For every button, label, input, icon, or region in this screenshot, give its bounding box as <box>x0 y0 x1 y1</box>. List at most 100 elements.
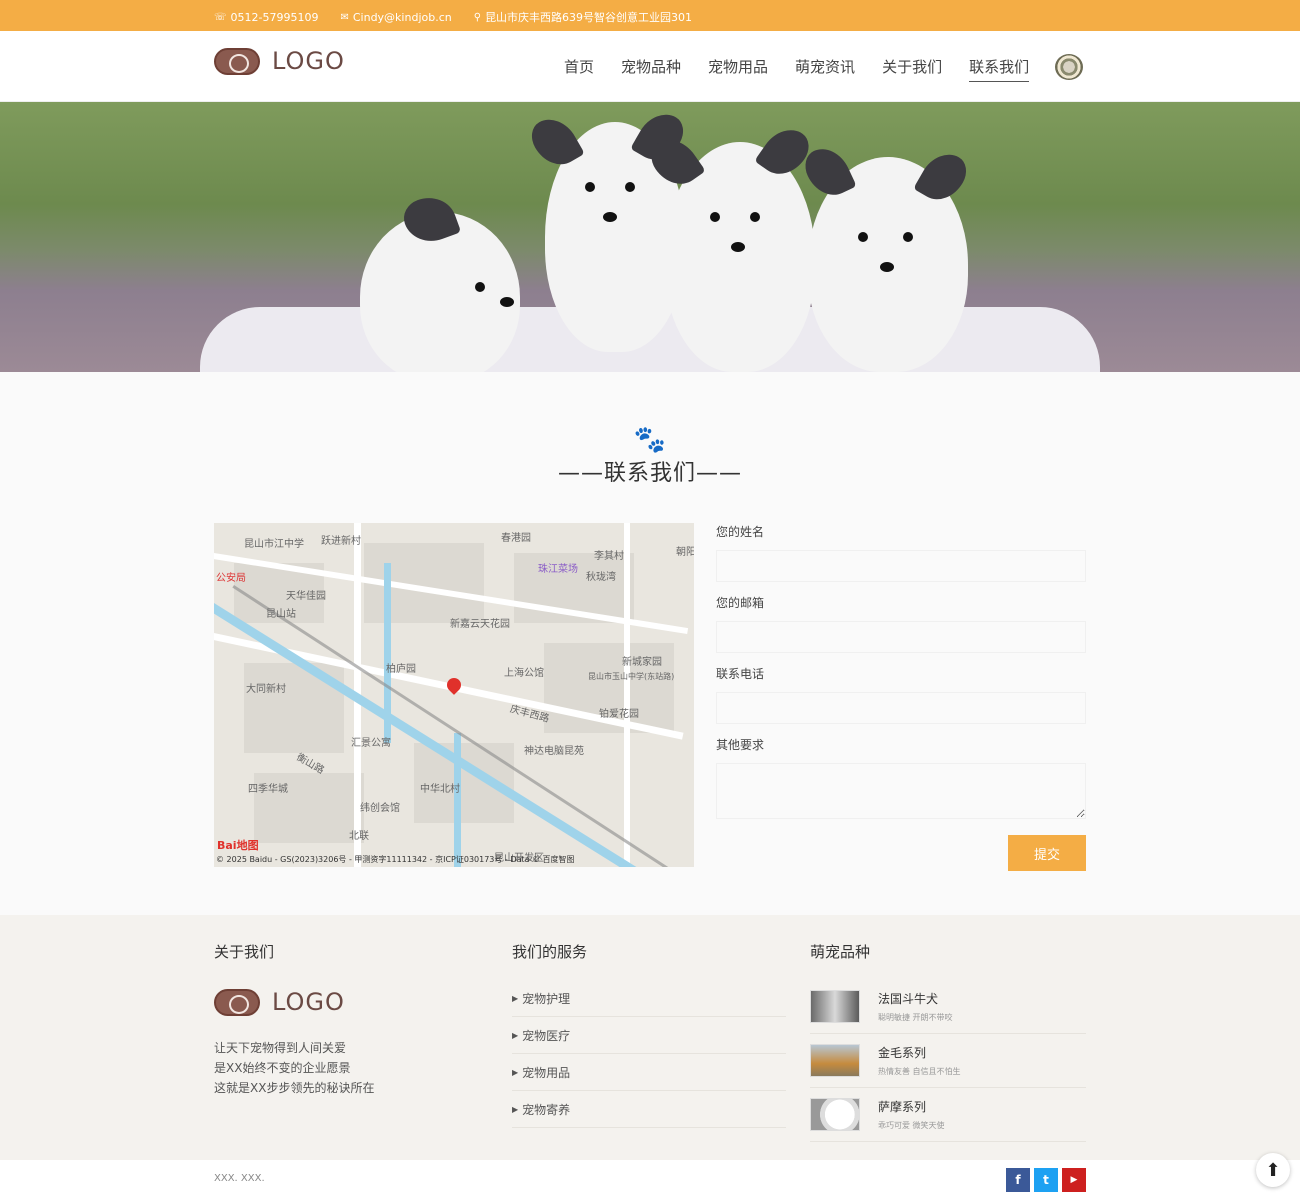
phone-info: ☏ 0512-57995109 <box>214 9 318 25</box>
mail-icon: ✉ <box>340 11 349 23</box>
location-map[interactable]: 昆山市江中学 跃进新村 春港园 李其村 朝阳 公安局 天华佳园 秋珑湾 珠江菜场… <box>214 523 694 867</box>
caret-right-icon: ▶ <box>512 1030 519 1040</box>
nav-item-about[interactable]: 关于我们 <box>882 56 942 82</box>
footer-breeds-title: 萌宠品种 <box>810 943 871 961</box>
nav-item-home[interactable]: 首页 <box>564 56 594 82</box>
map-label: 朝阳 <box>676 547 694 558</box>
requirements-textarea[interactable] <box>716 763 1086 819</box>
puppy-image <box>644 120 816 372</box>
map-label: 神达电脑昆苑 <box>524 746 584 757</box>
services-list: ▶ 宠物护理 ▶ 宠物医疗 ▶ 宠物用品 ▶ 宠物寄养 <box>512 980 786 1128</box>
breed-name: 金毛系列 <box>878 1046 927 1060</box>
about-line: 让天下宠物得到人间关爱 <box>214 1041 347 1055</box>
breed-name: 萨摩系列 <box>878 1100 927 1114</box>
map-label: 柏庐园 <box>386 664 416 675</box>
section-title: ——联系我们—— <box>557 461 742 486</box>
nav-item-supplies[interactable]: 宠物用品 <box>708 56 768 82</box>
map-label: 昆山市玉山中学(东站路) <box>588 672 675 681</box>
map-label: 新嘉云天花园 <box>450 619 510 630</box>
map-label: 公安局 <box>216 573 246 584</box>
service-item[interactable]: ▶ 宠物医疗 <box>512 1017 786 1054</box>
email-info[interactable]: ✉ Cindy@kindjob.cn <box>340 9 451 25</box>
footer-about-text: 让天下宠物得到人间关爱 是XX始终不变的企业愿景 这就是XX步步领先的秘诀所在 <box>214 1038 374 1098</box>
phone-text: 0512-57995109 <box>230 10 319 24</box>
map-label: 大同新村 <box>246 684 286 695</box>
logo-text: LOGO <box>272 988 345 1016</box>
back-to-top-button[interactable]: ⬆ <box>1256 1153 1290 1187</box>
service-item[interactable]: ▶ 宠物用品 <box>512 1054 786 1091</box>
breed-item[interactable]: 金毛系列 热情友善 自信且不怕生 <box>810 1034 1086 1088</box>
nav-item-contact[interactable]: 联系我们 <box>969 56 1030 82</box>
logo-mark-icon <box>214 47 260 75</box>
about-line: 是XX始终不变的企业愿景 <box>214 1061 351 1075</box>
hero-banner <box>0 102 1300 372</box>
about-line: 这就是XX步步领先的秘诀所在 <box>214 1081 375 1095</box>
top-info-bar: ☏ 0512-57995109 ✉ Cindy@kindjob.cn ⚲ 昆山市… <box>0 0 1300 31</box>
phone-field[interactable] <box>716 692 1086 724</box>
site-logo[interactable]: LOGO <box>214 47 345 75</box>
baidu-map-logo: Bai地图 <box>217 839 259 852</box>
map-label: 跃进新村 <box>321 536 361 547</box>
breed-thumbnail <box>810 1044 860 1077</box>
map-label: 珠江菜场 <box>538 564 578 575</box>
name-field[interactable] <box>716 550 1086 582</box>
contact-form: 您的姓名 您的邮箱 联系电话 其他要求 <box>716 523 1086 823</box>
facebook-icon[interactable]: f <box>1006 1168 1030 1192</box>
nav-item-breeds[interactable]: 宠物品种 <box>621 56 681 82</box>
map-label: 汇景公寓 <box>351 738 391 749</box>
breed-thumbnail <box>810 1098 860 1131</box>
map-copyright: © 2025 Baidu - GS(2023)3206号 - 甲测资字11111… <box>216 855 575 864</box>
breed-desc: 乖巧可爱 微笑天使 <box>878 1121 945 1130</box>
other-label: 其他要求 <box>716 738 765 752</box>
map-label: 铂爱花园 <box>599 709 639 720</box>
main-nav: 首页 宠物品种 宠物用品 萌宠资讯 关于我们 联系我们 <box>564 56 1030 82</box>
footer-logo[interactable]: LOGO <box>214 988 345 1016</box>
social-links: f t ▶ <box>1006 1168 1086 1192</box>
breeds-list: 法国斗牛犬 聪明敏捷 开朗不带咬 金毛系列 热情友善 自信且不怕生 萨摩系列 乖… <box>810 980 1086 1142</box>
map-label: 上海公馆 <box>504 668 544 679</box>
copyright-text: XXX. XXX. <box>214 1173 265 1184</box>
wreath-decoration-icon <box>1055 54 1083 80</box>
service-label: 宠物寄养 <box>522 1102 571 1117</box>
email-text: Cindy@kindjob.cn <box>352 10 452 24</box>
breed-name: 法国斗牛犬 <box>878 992 939 1006</box>
map-label: 昆山市江中学 <box>244 539 304 550</box>
address-text: 昆山市庆丰西路639号智谷创意工业园301 <box>485 11 693 24</box>
service-item[interactable]: ▶ 宠物寄养 <box>512 1091 786 1128</box>
puppy-image <box>799 140 973 372</box>
contact-section-header: 🐾 ——联系我们—— <box>0 425 1300 487</box>
service-label: 宠物医疗 <box>522 1028 571 1043</box>
email-field[interactable] <box>716 621 1086 653</box>
service-label: 宠物护理 <box>522 991 571 1006</box>
map-label: 新城家园 <box>622 657 662 668</box>
service-label: 宠物用品 <box>522 1065 571 1080</box>
logo-text: LOGO <box>272 47 345 75</box>
map-label: 秋珑湾 <box>586 572 616 583</box>
arrow-up-icon: ⬆ <box>1265 1159 1281 1181</box>
name-label: 您的姓名 <box>716 525 765 539</box>
caret-right-icon: ▶ <box>512 1104 519 1114</box>
submit-button[interactable]: 提交 <box>1008 835 1086 871</box>
youtube-icon[interactable]: ▶ <box>1062 1168 1086 1192</box>
footer-services-title: 我们的服务 <box>512 943 588 961</box>
service-item[interactable]: ▶ 宠物护理 <box>512 980 786 1017</box>
caret-right-icon: ▶ <box>512 993 519 1003</box>
footer-about-title: 关于我们 <box>214 943 275 961</box>
caret-right-icon: ▶ <box>512 1067 519 1077</box>
site-header: LOGO 首页 宠物品种 宠物用品 萌宠资讯 关于我们 联系我们 <box>0 31 1300 102</box>
map-label: 天华佳园 <box>286 591 326 602</box>
map-label: 纬创会馆 <box>360 803 400 814</box>
paw-icon: 🐾 <box>633 425 667 455</box>
map-label: 北联 <box>349 831 369 842</box>
map-label: 四季华城 <box>248 784 288 795</box>
breed-item[interactable]: 萨摩系列 乖巧可爱 微笑天使 <box>810 1088 1086 1142</box>
phone-label: 联系电话 <box>716 667 765 681</box>
twitter-icon[interactable]: t <box>1034 1168 1058 1192</box>
map-label: 昆山站 <box>266 609 296 620</box>
breed-item[interactable]: 法国斗牛犬 聪明敏捷 开朗不带咬 <box>810 980 1086 1034</box>
map-label: 春港园 <box>501 533 531 544</box>
map-marker-icon: ⚲ <box>473 11 482 23</box>
breed-desc: 聪明敏捷 开朗不带咬 <box>878 1013 953 1022</box>
nav-item-news[interactable]: 萌宠资讯 <box>795 56 855 82</box>
puppy-image <box>360 189 520 372</box>
